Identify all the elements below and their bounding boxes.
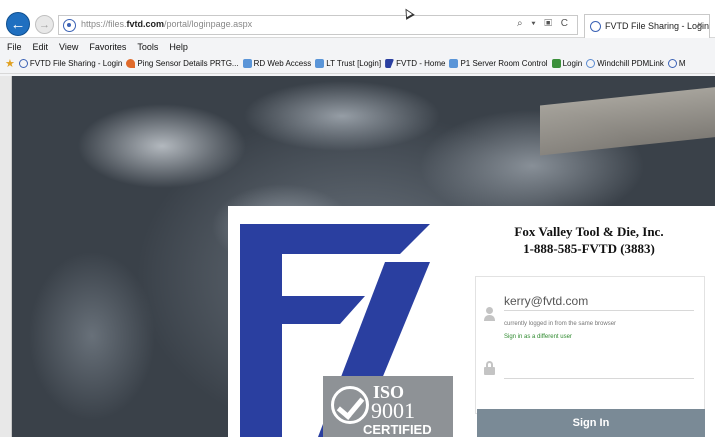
arrow-left-icon: ← — [10, 15, 26, 33]
logged-in-note: currently logged in from the same browse… — [504, 321, 617, 327]
close-tab-icon[interactable]: × — [697, 20, 703, 31]
favorite-item[interactable]: RD Web Access — [242, 59, 311, 68]
globe-icon — [590, 21, 601, 32]
login-icon — [551, 59, 561, 68]
address-bar[interactable]: https://files.fvtd.com/portal/loginpage.… — [58, 15, 578, 35]
iso-9001-badge: ISO 9001 CERTIFIED — [323, 376, 453, 437]
globe-icon — [18, 59, 28, 68]
pdm-icon — [586, 59, 596, 68]
ping-icon — [126, 59, 136, 68]
favorites-star-icon[interactable]: ★ — [5, 57, 15, 70]
forward-button[interactable]: → — [35, 15, 54, 34]
ie-page-icon — [242, 59, 252, 68]
menu-view[interactable]: View — [59, 42, 78, 52]
tab-fvtd-file-sharing[interactable]: FVTD File Sharing - Login × — [584, 14, 710, 38]
favorite-item[interactable]: M — [667, 59, 686, 68]
tab-title: FVTD File Sharing - Login — [605, 21, 710, 31]
menu-bar: File Edit View Favorites Tools Help — [0, 39, 715, 54]
window-left-edge — [0, 76, 12, 437]
globe-icon — [667, 59, 677, 68]
login-form: currently logged in from the same browse… — [475, 276, 705, 414]
favorite-item[interactable]: Ping Sensor Details PRTG... — [126, 59, 239, 68]
lock-icon — [484, 361, 495, 375]
arrow-right-icon: → — [39, 18, 50, 31]
favorite-item[interactable]: FVTD - Home — [385, 59, 445, 68]
favorite-item[interactable]: Login — [551, 59, 582, 68]
back-button[interactable]: ← — [6, 12, 30, 36]
favorite-item[interactable]: P1 Server Room Control — [449, 59, 548, 68]
favorite-item[interactable]: FVTD File Sharing - Login — [18, 59, 122, 68]
url-text[interactable]: https://files.fvtd.com/portal/loginpage.… — [81, 19, 252, 29]
menu-edit[interactable]: Edit — [33, 42, 49, 52]
ie-page-icon — [315, 59, 325, 68]
sign-in-button[interactable]: Sign In — [477, 409, 705, 437]
password-input[interactable] — [504, 357, 694, 379]
company-phone: 1-888-585-FVTD (3883) — [523, 241, 655, 256]
login-panel: ISO 9001 CERTIFIED Fox Valley Tool & Die… — [228, 206, 715, 437]
sign-in-different-user-link[interactable]: Sign in as a different user — [504, 334, 572, 340]
favorite-item[interactable]: Windchill PDMLink — [586, 59, 664, 68]
favorites-bar: ★ FVTD File Sharing - Login Ping Sensor … — [0, 54, 715, 74]
user-icon — [484, 307, 495, 321]
fvtd-icon — [385, 59, 395, 68]
iso-number: 9001 — [371, 398, 415, 423]
username-input[interactable] — [504, 291, 694, 311]
address-bar-controls[interactable]: ⌕ ▾ ▣ C — [517, 18, 571, 29]
browser-chrome: ← → https://files.fvtd.com/portal/loginp… — [0, 0, 715, 76]
ie-page-icon — [449, 59, 459, 68]
menu-favorites[interactable]: Favorites — [89, 42, 126, 52]
menu-file[interactable]: File — [7, 42, 22, 52]
menu-tools[interactable]: Tools — [137, 42, 158, 52]
company-name: Fox Valley Tool & Die, Inc. — [514, 224, 664, 239]
menu-help[interactable]: Help — [169, 42, 188, 52]
iso-certified: CERTIFIED — [363, 422, 432, 437]
check-circle-icon — [331, 386, 369, 424]
favorite-item[interactable]: LT Trust [Login] — [315, 59, 381, 68]
browser-titlebar: ← → https://files.fvtd.com/portal/loginp… — [0, 0, 715, 38]
globe-icon — [63, 19, 76, 32]
page-viewport: ISO 9001 CERTIFIED Fox Valley Tool & Die… — [0, 76, 715, 437]
